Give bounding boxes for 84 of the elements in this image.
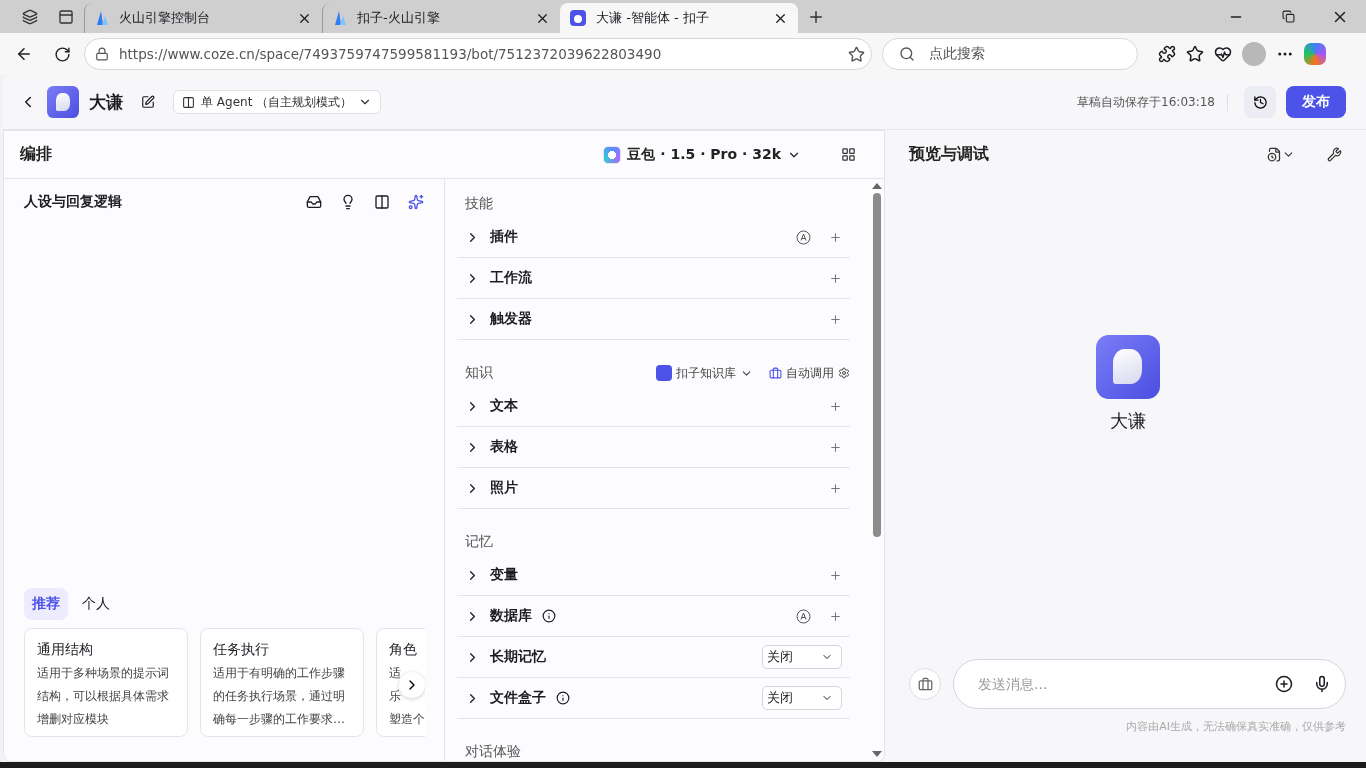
message-field[interactable]: 发送消息...	[976, 675, 1255, 693]
knowledge-icon	[656, 365, 672, 381]
description-line: 适	[389, 665, 401, 682]
microphone-icon[interactable]	[1313, 675, 1331, 693]
description-line: 确每一步骤的工作要求…	[213, 711, 345, 728]
panel-title: 预览与调试	[909, 143, 989, 165]
star-icon[interactable]	[848, 45, 865, 63]
lightbulb-icon[interactable]	[340, 194, 356, 210]
health-icon[interactable]	[1214, 45, 1232, 63]
description-line: 适用于多种场景的提示词	[37, 665, 169, 682]
save-status: 草稿自动保存于16:03:18	[1077, 93, 1228, 111]
description-line: 塑造个	[389, 711, 425, 728]
description-line: 结构，可以根据具体需求	[37, 688, 169, 705]
scroll-down-icon[interactable]	[872, 751, 882, 757]
description-line: 增删对应模块	[37, 711, 109, 728]
publish-button[interactable]: 发布	[1286, 86, 1346, 118]
skill-row[interactable]: 表格	[457, 427, 850, 468]
description-line: 适用于有明确的工作步骤	[213, 665, 345, 682]
wrench-icon	[1327, 146, 1342, 162]
copilot-icon[interactable]	[1304, 43, 1326, 65]
section-title: 记忆	[465, 533, 493, 551]
template-tab[interactable]: 推荐	[24, 588, 68, 620]
disclaimer: 内容由AI生成，无法确保真实准确，仅供参考	[1125, 719, 1346, 735]
section-title: 人设与回复逻辑	[24, 193, 122, 211]
bot-avatar	[1095, 334, 1160, 399]
section-title: 技能	[465, 195, 493, 213]
model-selector[interactable]: 豆包 · 1.5 · Pro · 32k	[597, 144, 807, 165]
edit-icon[interactable]	[141, 95, 155, 109]
bot-icon	[570, 10, 586, 26]
panel-title: 编排	[20, 144, 52, 165]
scrollbar-thumb[interactable]	[873, 193, 881, 537]
compare-icon[interactable]	[374, 194, 390, 210]
sparkles-icon[interactable]	[408, 194, 424, 210]
extensions-icon[interactable]	[1158, 45, 1176, 63]
history-icon	[1252, 94, 1268, 110]
auto-call-setting[interactable]: 自动调用	[769, 364, 850, 382]
skill-row[interactable]: 长期记忆 关闭	[457, 637, 850, 678]
template-card[interactable]: 通用结构 适用于多种场景的提示词 结构，可以根据具体需求 增删对应模块	[24, 628, 188, 737]
grid-icon	[841, 147, 856, 162]
template-card[interactable]: 任务执行 适用于有明确的工作步骤 的任务执行场景，通过明 确每一步骤的工作要求…	[200, 628, 364, 737]
skill-row[interactable]: 插件	[457, 217, 850, 258]
card-title: 角色	[389, 641, 418, 659]
message-box[interactable]: 发送消息...	[953, 659, 1346, 709]
bot-name: 大谦	[89, 90, 123, 114]
state-dropdown[interactable]: 关闭	[762, 645, 842, 669]
section-title: 对话体验	[465, 743, 521, 761]
bot-name: 大谦	[1109, 408, 1146, 433]
lock-icon	[95, 47, 109, 61]
briefcase-icon	[917, 676, 933, 692]
skill-row[interactable]: 文件盒子 关闭	[457, 678, 850, 719]
history-button[interactable]	[1244, 86, 1276, 118]
model-icon	[603, 145, 622, 164]
info-icon[interactable]	[556, 691, 570, 705]
knowledge-source-dropdown[interactable]: 扣子知识库	[656, 364, 753, 382]
settings-icon	[838, 367, 850, 379]
state-dropdown[interactable]: 关闭	[762, 686, 842, 710]
address-bar[interactable]: https://www.coze.cn/space/7493759747599581193/bot/7512372039622803490	[84, 38, 872, 70]
info-icon[interactable]	[542, 609, 556, 623]
add-icon[interactable]	[1275, 675, 1293, 693]
browser-tab[interactable]: 大谦 -智能体 - 扣子	[560, 3, 798, 33]
description-line: 乐	[389, 688, 401, 705]
search-field[interactable]: 点此搜索	[882, 38, 1138, 70]
document-icon	[1267, 146, 1282, 162]
section-title: 知识	[465, 364, 493, 382]
skill-row[interactable]: 文本	[457, 386, 850, 427]
tray-icon[interactable]	[306, 194, 322, 210]
template-tab[interactable]: 个人	[74, 588, 118, 620]
search-icon	[899, 46, 915, 62]
template-card[interactable]: 角色 适 乐 塑造个	[376, 628, 425, 737]
skill-row[interactable]: 数据库	[457, 596, 850, 637]
briefcase-button[interactable]	[909, 668, 941, 700]
description-line: 的任务执行场景，通过明	[213, 688, 345, 705]
skill-row[interactable]: 工作流	[457, 258, 850, 299]
skill-row[interactable]: 变量	[457, 555, 850, 596]
favorites-icon[interactable]	[1186, 45, 1204, 63]
skill-row[interactable]: 照片	[457, 468, 850, 509]
mode-dropdown[interactable]: 单 Agent （自主规划模式）	[173, 90, 382, 114]
scroll-up-icon[interactable]	[872, 183, 882, 189]
mountain-icon	[333, 10, 347, 26]
card-title: 通用结构	[37, 641, 94, 659]
card-title: 任务执行	[213, 641, 270, 659]
skill-row[interactable]: 触发器	[457, 299, 850, 340]
mountain-icon	[95, 10, 109, 26]
bot-avatar	[47, 86, 79, 118]
